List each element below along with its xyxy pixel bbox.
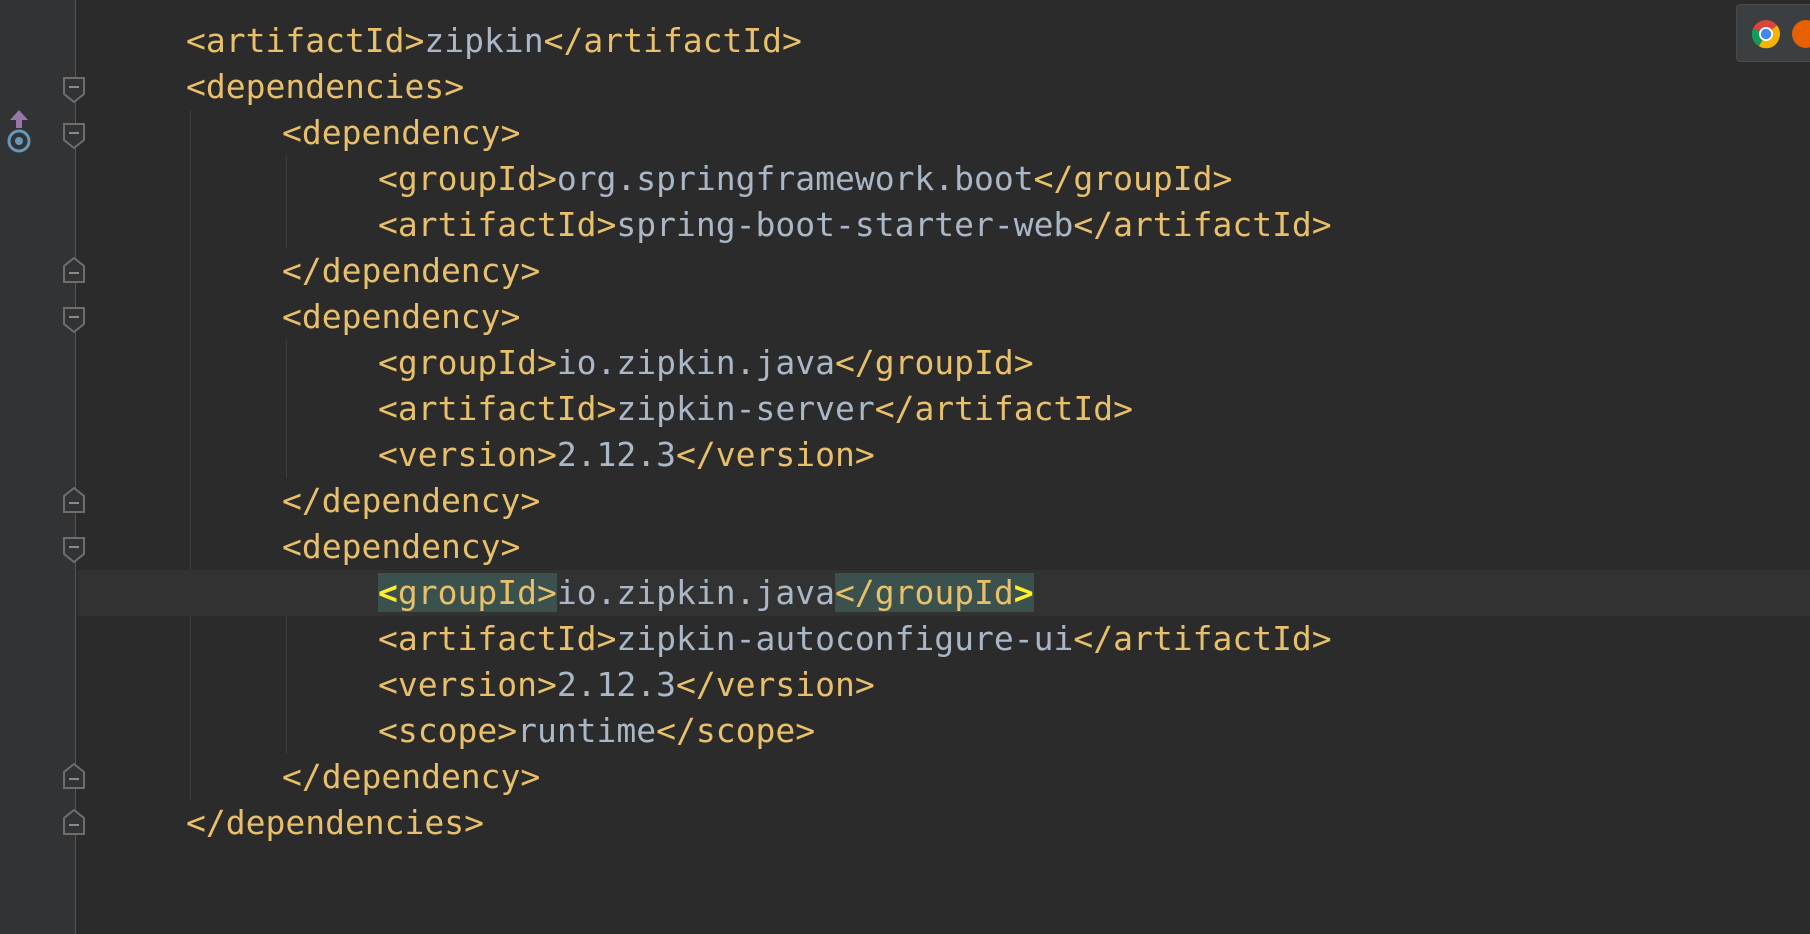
xml-open-tag: <dependency> (282, 527, 521, 566)
xml-open-tag: <artifactId> (186, 21, 425, 60)
code-line[interactable]: </dependencies> (78, 800, 1810, 846)
browser-icon[interactable] (1791, 19, 1810, 49)
xml-open-tag: <dependency> (282, 297, 521, 336)
code-line[interactable]: <dependency> (78, 110, 1810, 156)
xml-close-tag: </dependency> (282, 757, 541, 796)
xml-open-tag: <groupId> (378, 343, 557, 382)
code-line[interactable]: <version>2.12.3</version> (78, 432, 1810, 478)
xml-close-tag: </groupId> (834, 343, 1034, 382)
code-line[interactable]: <groupId>org.springframework.boot</group… (78, 156, 1810, 202)
xml-text: spring-boot-starter-web (616, 205, 1074, 244)
xml-close-tag: </artifactId> (1073, 205, 1332, 244)
xml-open-tag-highlighted: groupId> (397, 573, 557, 612)
xml-open-tag: <artifactId> (378, 205, 617, 244)
xml-close-tag: </groupId> (1033, 159, 1233, 198)
code-line[interactable]: <dependencies> (78, 64, 1810, 110)
xml-open-tag: <version> (378, 665, 557, 704)
xml-close-tag-highlighted: </groupId (834, 573, 1014, 612)
xml-text: zipkin-autoconfigure-ui (616, 619, 1074, 658)
xml-text: 2.12.3 (556, 435, 677, 474)
xml-open-tag: <version> (378, 435, 557, 474)
xml-text: runtime (517, 711, 657, 750)
code-editor[interactable]: <artifactId>zipkin</artifactId> <depende… (0, 0, 1810, 934)
xml-open-tag: <groupId> (378, 159, 557, 198)
xml-text: zipkin (424, 21, 544, 60)
code-line[interactable]: <version>2.12.3</version> (78, 662, 1810, 708)
editor-gutter[interactable] (0, 0, 85, 934)
code-line[interactable]: <artifactId>spring-boot-starter-web</art… (78, 202, 1810, 248)
code-area[interactable]: <artifactId>zipkin</artifactId> <depende… (78, 18, 1810, 846)
xml-text: io.zipkin.java (556, 343, 835, 382)
xml-close-tag: </version> (676, 435, 875, 474)
xml-close-tag: </scope> (656, 711, 816, 750)
chrome-icon[interactable] (1751, 19, 1781, 49)
matched-brace: < (378, 573, 398, 612)
xml-close-tag: </dependency> (282, 251, 541, 290)
code-line[interactable]: <dependency> (78, 524, 1810, 570)
code-line[interactable]: <dependency> (78, 294, 1810, 340)
xml-close-tag: </dependencies> (186, 803, 485, 842)
xml-close-tag: </artifactId> (1073, 619, 1332, 658)
xml-close-tag: </dependency> (282, 481, 541, 520)
xml-text: org.springframework.boot (556, 159, 1034, 198)
xml-close-tag: </version> (676, 665, 875, 704)
current-code-line[interactable]: <groupId>io.zipkin.java</groupId> (78, 570, 1810, 616)
code-line[interactable]: </dependency> (78, 754, 1810, 800)
code-line[interactable]: <artifactId>zipkin-autoconfigure-ui</art… (78, 616, 1810, 662)
matched-brace: > (1013, 573, 1034, 612)
code-line[interactable]: <groupId>io.zipkin.java</groupId> (78, 340, 1810, 386)
xml-close-tag: </artifactId> (874, 389, 1133, 428)
code-line[interactable]: <artifactId>zipkin</artifactId> (78, 18, 1810, 64)
xml-open-tag: <artifactId> (378, 619, 617, 658)
code-line[interactable]: <scope>runtime</scope> (78, 708, 1810, 754)
xml-text: io.zipkin.java (556, 573, 835, 612)
code-line[interactable]: <artifactId>zipkin-server</artifactId> (78, 386, 1810, 432)
xml-open-tag: <scope> (378, 711, 518, 750)
xml-open-tag: <artifactId> (378, 389, 617, 428)
code-line[interactable]: </dependency> (78, 248, 1810, 294)
xml-open-tag: <dependencies> (186, 67, 465, 106)
xml-text: 2.12.3 (556, 665, 677, 704)
xml-close-tag: </artifactId> (543, 21, 802, 60)
implemented-up-arrow-icon[interactable] (4, 108, 34, 156)
browser-popup[interactable] (1736, 4, 1810, 62)
xml-text: zipkin-server (616, 389, 875, 428)
code-line[interactable]: </dependency> (78, 478, 1810, 524)
xml-open-tag: <dependency> (282, 113, 521, 152)
